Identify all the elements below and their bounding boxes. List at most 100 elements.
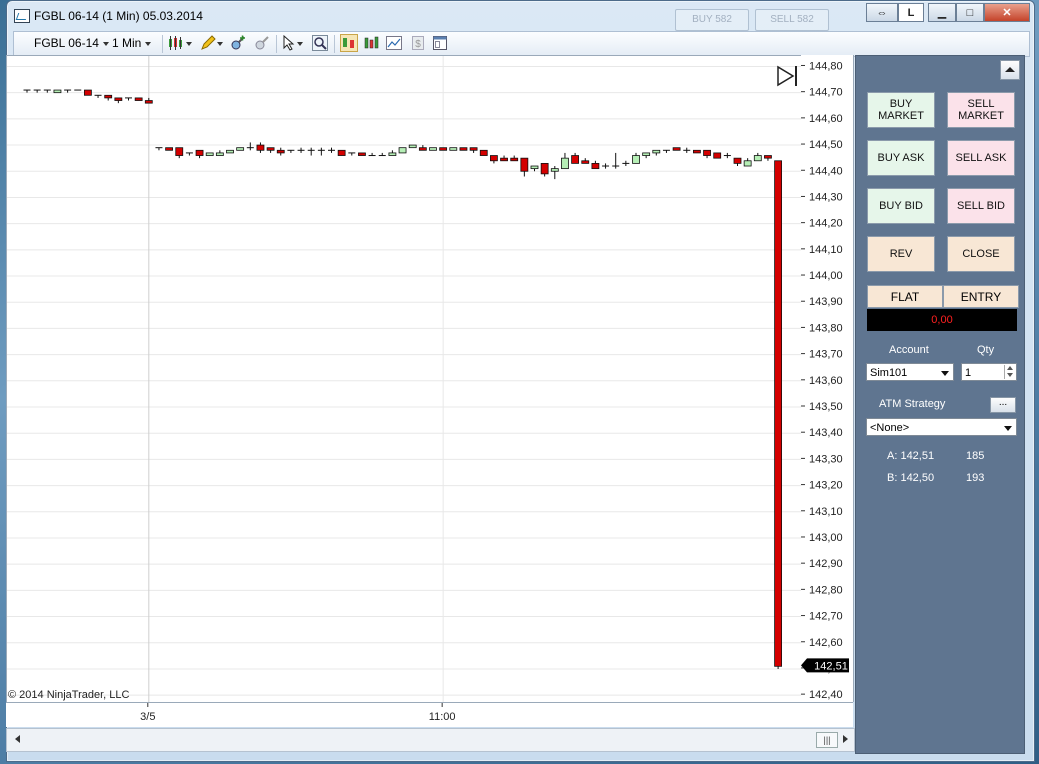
interval-selector[interactable]: 1 Min	[112, 36, 152, 50]
buy-market-button[interactable]: BUY MARKET	[867, 92, 935, 128]
candle-body	[449, 147, 458, 151]
chart-style-icon[interactable]	[168, 35, 194, 51]
scroll-left-icon[interactable]	[15, 735, 20, 743]
candle	[408, 144, 417, 149]
candle	[94, 94, 102, 98]
candle	[317, 147, 325, 156]
y-tick-label: 144,70	[809, 87, 843, 99]
y-tick-label: 142,40	[809, 689, 843, 701]
y-tick-label: 144,00	[809, 270, 843, 282]
last-price-label: 142,51	[814, 660, 848, 672]
chart-trader-toggle-icon[interactable]	[340, 34, 358, 52]
candle	[602, 163, 610, 169]
properties-icon[interactable]	[432, 35, 448, 51]
qty-label: Qty	[977, 344, 995, 356]
toolbar-separator	[162, 35, 163, 53]
candle	[520, 157, 529, 177]
candle	[429, 147, 437, 151]
y-tick-label: 143,20	[809, 480, 843, 492]
candle	[713, 152, 722, 159]
candle-body	[215, 152, 224, 156]
candle	[733, 157, 742, 167]
candle-body	[693, 149, 701, 154]
horizontal-scrollbar[interactable]: |||	[6, 728, 855, 752]
pnl-display: 0,00	[867, 309, 1017, 331]
buy-bid-button[interactable]: BUY BID	[867, 188, 935, 224]
time-axis[interactable]: 3/5 11:00	[6, 702, 853, 727]
candle	[226, 149, 234, 154]
y-tick-label: 142,60	[809, 637, 843, 649]
candle	[652, 149, 661, 156]
spin-arrows-icon[interactable]	[1004, 365, 1015, 379]
candle-body	[104, 94, 113, 99]
candle-body	[632, 155, 640, 164]
indicators-icon[interactable]	[364, 35, 380, 51]
buy-ask-button[interactable]: BUY ASK	[867, 140, 935, 176]
ask-price: A: 142,51	[887, 450, 935, 462]
candle	[307, 147, 315, 156]
scroll-right-icon[interactable]	[843, 735, 848, 743]
zoom-in-icon[interactable]	[230, 35, 246, 51]
qty-stepper[interactable]: 1	[961, 363, 1017, 381]
price-axis-scale: 144,80 144,70 144,60 144,50 144,40 144,30 144,…	[801, 60, 849, 701]
link-letter-button[interactable]: L	[898, 3, 924, 22]
sell-market-button[interactable]: SELL MARKET	[947, 92, 1015, 128]
scroll-thumb[interactable]: |||	[816, 732, 838, 748]
cursor-select-icon[interactable]	[282, 35, 306, 51]
y-tick-label: 143,60	[809, 375, 843, 387]
chart-trader-panel: BUY MARKET SELL MARKET BUY ASK SELL ASK …	[855, 55, 1025, 754]
chart-app-icon	[14, 9, 30, 23]
candle-body	[337, 149, 346, 156]
atm-strategy-options-button[interactable]: ...	[990, 397, 1016, 413]
candle-body	[591, 162, 600, 170]
candle	[743, 158, 752, 167]
candle-body	[510, 157, 519, 162]
atm-strategy-select[interactable]: <None>	[866, 418, 1017, 436]
candle-body	[733, 157, 742, 164]
background-sell-button: SELL 582	[755, 9, 829, 31]
candle	[500, 155, 508, 162]
candle	[489, 155, 498, 164]
sell-bid-button[interactable]: SELL BID	[947, 188, 1015, 224]
instrument-selector[interactable]: FGBL 06-14	[34, 36, 109, 50]
candle	[144, 97, 153, 104]
candle	[287, 149, 295, 153]
close-position-button[interactable]: CLOSE	[947, 236, 1015, 272]
y-tick-label: 144,60	[809, 113, 843, 125]
price-axis[interactable]: 144,80 144,70 144,60 144,50 144,40 144,30 144,…	[801, 55, 854, 702]
price-chart[interactable]	[6, 55, 803, 704]
candle	[622, 160, 630, 167]
close-window-button[interactable]: ✕	[984, 3, 1030, 22]
zoom-out-icon[interactable]	[254, 35, 270, 51]
candle	[236, 147, 245, 151]
candle	[540, 162, 549, 177]
minimize-button[interactable]: ▁	[928, 3, 956, 22]
candle	[205, 152, 214, 156]
candle-body	[195, 149, 204, 156]
maximize-button[interactable]: □	[956, 3, 984, 22]
candle	[561, 152, 569, 170]
svg-text:$: $	[415, 39, 421, 50]
candle	[439, 147, 448, 151]
chevron-down-icon	[102, 41, 109, 46]
link-arrows-icon[interactable]: ⇔	[866, 3, 898, 22]
candle	[479, 149, 488, 156]
title-bar[interactable]: FGBL 06-14 (1 Min) 05.03.2014 BUY 582 SE…	[7, 1, 1034, 31]
collapse-panel-button[interactable]	[1000, 60, 1020, 80]
go-to-end-icon[interactable]	[777, 65, 797, 87]
flat-position-tab[interactable]: FLAT	[867, 285, 943, 308]
entry-tab[interactable]: ENTRY	[943, 285, 1019, 308]
account-value: Sim101	[870, 367, 908, 379]
candle	[764, 155, 772, 161]
account-select[interactable]: Sim101	[866, 363, 954, 381]
pencil-draw-icon[interactable]	[200, 35, 224, 51]
candle	[104, 94, 113, 101]
data-box-icon[interactable]: $	[410, 35, 426, 51]
strategies-icon[interactable]	[386, 35, 402, 51]
candle-body	[84, 89, 92, 96]
magnifier-icon[interactable]	[312, 35, 328, 51]
sell-ask-button[interactable]: SELL ASK	[947, 140, 1015, 176]
reverse-button[interactable]: REV	[867, 236, 935, 272]
candle	[388, 150, 397, 156]
atm-strategy-value: <None>	[870, 422, 910, 434]
